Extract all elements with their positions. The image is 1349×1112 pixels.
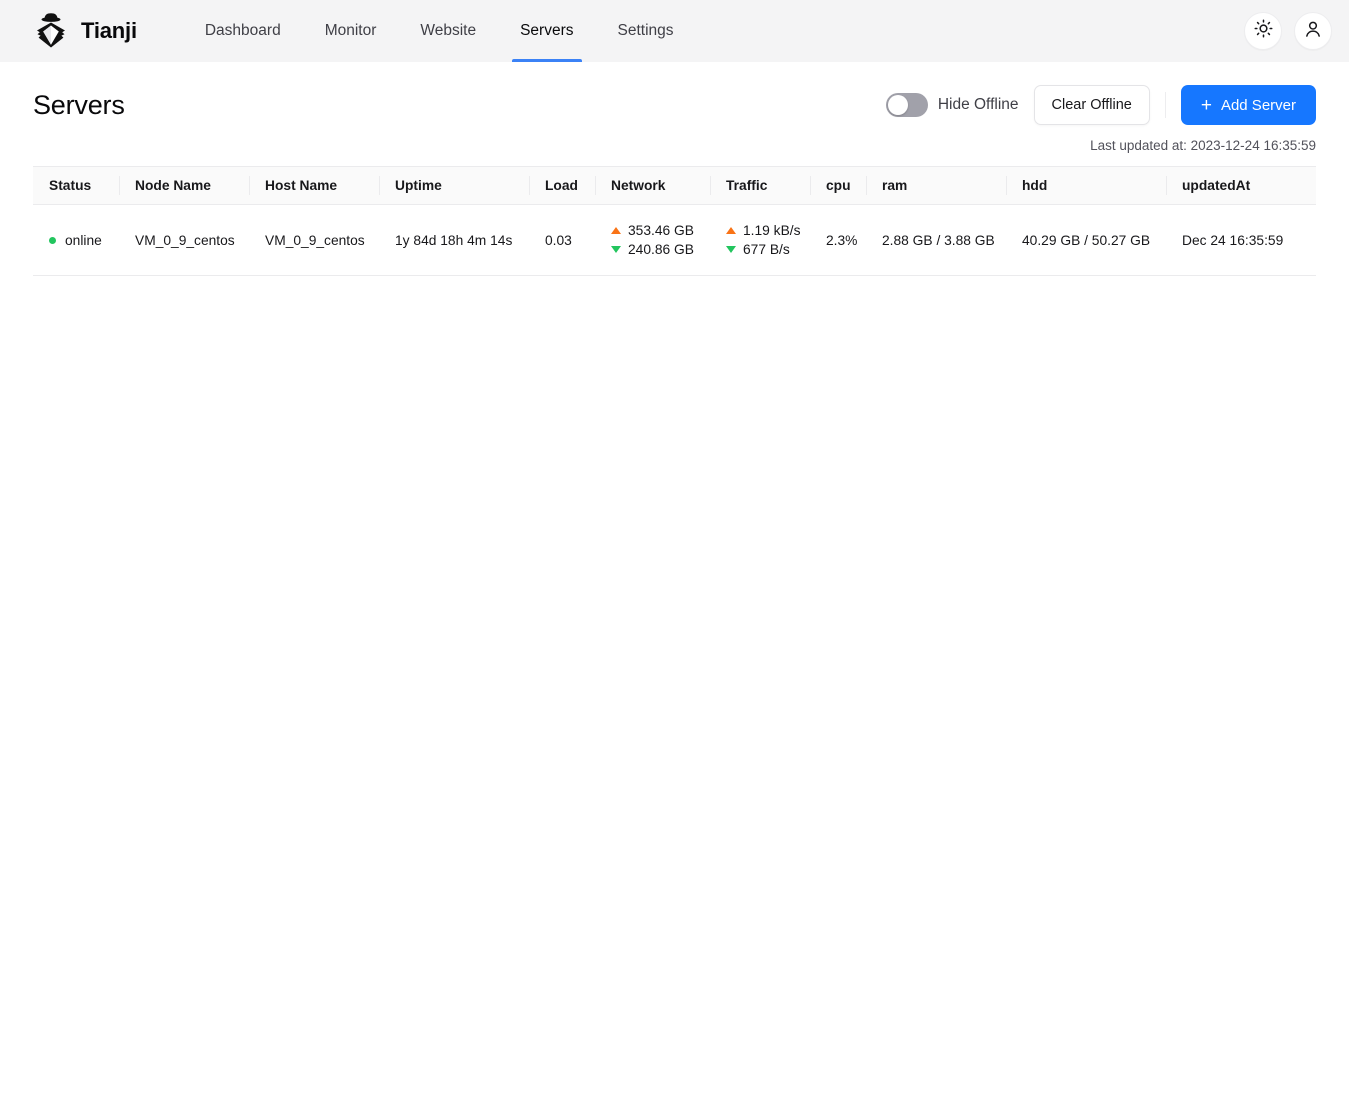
switch-knob: [887, 95, 908, 115]
detective-logo-icon: [31, 11, 71, 51]
actions-divider: [1164, 92, 1166, 118]
add-server-button[interactable]: + Add Server: [1180, 85, 1316, 125]
column-header-network[interactable]: Network: [595, 167, 710, 205]
cell-cpu: 2.3%: [826, 232, 858, 248]
cell-status: online: [33, 205, 119, 276]
column-header-hdd[interactable]: hdd: [1006, 167, 1166, 205]
table-row[interactable]: online VM_0_9_centos VM_0_9_centos 1y 84…: [33, 205, 1316, 276]
brand-name: Tianji: [81, 18, 137, 43]
traffic-upload-value: 1.19 kB/s: [743, 223, 801, 238]
column-header-uptime[interactable]: Uptime: [379, 167, 529, 205]
network-upload: 353.46 GB: [611, 223, 710, 238]
user-avatar-icon: [1303, 19, 1323, 44]
arrow-up-icon: [726, 227, 736, 234]
column-header-cpu[interactable]: cpu: [810, 167, 866, 205]
add-server-label: Add Server: [1220, 96, 1296, 114]
hide-offline-label: Hide Offline: [937, 96, 1019, 113]
column-header-traffic[interactable]: Traffic: [710, 167, 810, 205]
sun-icon: [1254, 19, 1273, 43]
table-body: online VM_0_9_centos VM_0_9_centos 1y 84…: [33, 205, 1316, 276]
column-header-host-name[interactable]: Host Name: [249, 167, 379, 205]
brand[interactable]: Tianji: [31, 11, 137, 51]
network-download: 240.86 GB: [611, 242, 710, 257]
column-header-node-name[interactable]: Node Name: [119, 167, 249, 205]
clear-offline-button[interactable]: Clear Offline: [1033, 85, 1150, 125]
nav-link-monitor[interactable]: Monitor: [303, 0, 399, 62]
cell-load: 0.03: [545, 232, 572, 248]
cell-uptime: 1y 84d 18h 4m 14s: [395, 232, 513, 248]
cell-host-name: VM_0_9_centos: [265, 232, 365, 248]
network-upload-value: 353.46 GB: [628, 223, 694, 238]
page-title: Servers: [33, 89, 125, 120]
cell-traffic: 1.19 kB/s 677 B/s: [710, 205, 810, 276]
hide-offline-switch[interactable]: [885, 93, 928, 117]
cell-node-name: VM_0_9_centos: [135, 232, 235, 248]
online-status-dot: [49, 236, 56, 244]
hide-offline-toggle[interactable]: Hide Offline: [885, 93, 1019, 117]
table-header-row: Status Node Name Host Name Uptime Load N…: [33, 167, 1316, 205]
cell-ram: 2.88 GB / 3.88 GB: [882, 232, 995, 248]
page-content: Servers Hide Offline Clear Offline + Add…: [0, 62, 1349, 276]
nav-link-settings[interactable]: Settings: [596, 0, 696, 62]
column-header-updated-at[interactable]: updatedAt: [1166, 167, 1316, 205]
servers-table-wrapper: Status Node Name Host Name Uptime Load N…: [33, 166, 1316, 276]
last-updated-text: Last updated at: 2023-12-24 16:35:59: [1090, 138, 1316, 153]
column-header-status[interactable]: Status: [33, 167, 119, 205]
status-badge: online: [49, 233, 119, 248]
theme-toggle-button[interactable]: [1244, 12, 1282, 50]
column-header-load[interactable]: Load: [529, 167, 595, 205]
nav-link-dashboard[interactable]: Dashboard: [183, 0, 303, 62]
plus-icon: +: [1200, 94, 1212, 116]
cell-network: 353.46 GB 240.86 GB: [595, 205, 710, 276]
traffic-stack: 1.19 kB/s 677 B/s: [726, 223, 810, 257]
nav-link-servers[interactable]: Servers: [498, 0, 595, 62]
header-actions: Hide Offline Clear Offline + Add Server: [885, 85, 1316, 125]
arrow-down-icon: [726, 246, 736, 253]
traffic-upload: 1.19 kB/s: [726, 223, 810, 238]
cell-updated-at: Dec 24 16:35:59: [1182, 232, 1284, 248]
network-download-value: 240.86 GB: [628, 242, 694, 257]
page-header: Servers Hide Offline Clear Offline + Add…: [33, 62, 1316, 138]
cell-hdd: 40.29 GB / 50.27 GB: [1022, 232, 1151, 248]
nav-link-website[interactable]: Website: [398, 0, 498, 62]
arrow-down-icon: [611, 246, 621, 253]
table-head: Status Node Name Host Name Uptime Load N…: [33, 167, 1316, 205]
nav-links: Dashboard Monitor Website Servers Settin…: [183, 0, 696, 62]
traffic-download-value: 677 B/s: [743, 242, 790, 257]
servers-table: Status Node Name Host Name Uptime Load N…: [33, 167, 1316, 275]
status-text: online: [65, 232, 102, 248]
network-stack: 353.46 GB 240.86 GB: [611, 223, 710, 257]
top-navbar: Tianji Dashboard Monitor Website Servers…: [0, 0, 1349, 62]
account-button[interactable]: [1294, 12, 1332, 50]
nav-right-actions: [1244, 12, 1332, 50]
arrow-up-icon: [611, 227, 621, 234]
column-header-ram[interactable]: ram: [866, 167, 1006, 205]
traffic-download: 677 B/s: [726, 242, 810, 257]
